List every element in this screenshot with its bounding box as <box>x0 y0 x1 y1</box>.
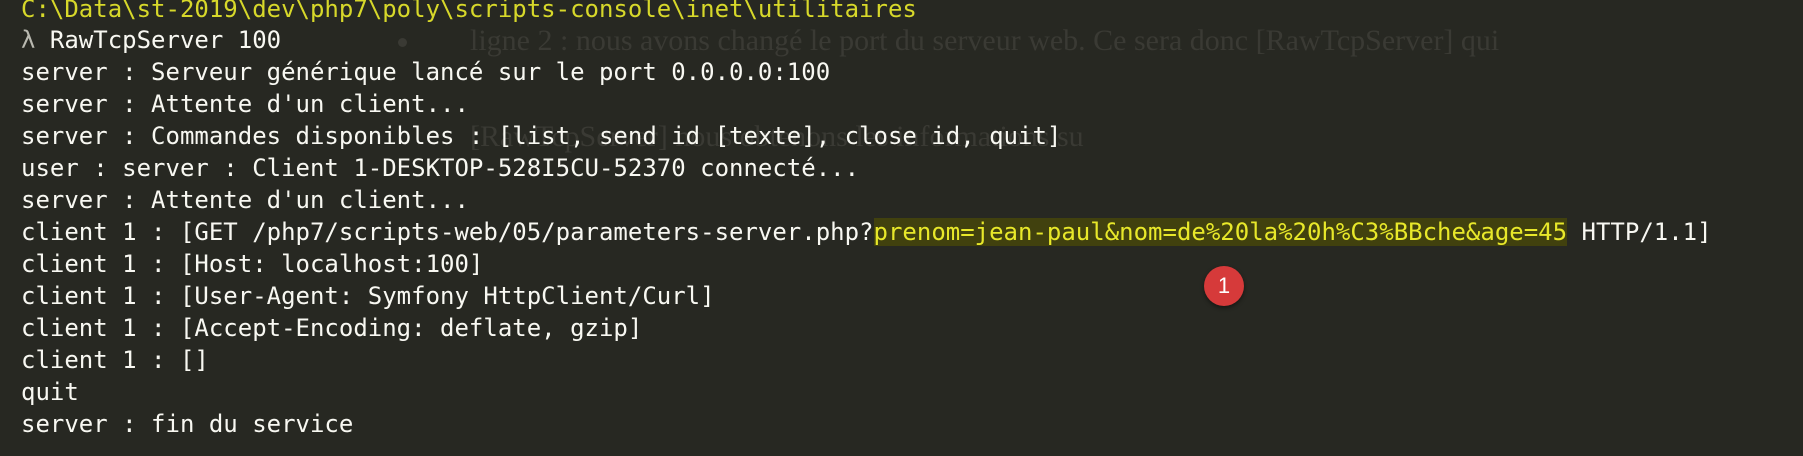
output-line: server : Commandes disponibles : [list, … <box>21 122 1062 150</box>
output-line: server : Serveur générique lancé sur le … <box>21 58 831 86</box>
output-line: user : server : Client 1-DESKTOP-528I5CU… <box>21 154 860 182</box>
terminal-console[interactable]: C:\Data\st-2019\dev\php7\poly\scripts-co… <box>0 0 1803 456</box>
lambda-prompt-icon: λ <box>21 26 36 54</box>
output-line: quit <box>21 378 79 406</box>
output-line: client 1 : [] <box>21 346 209 374</box>
output-line: client 1 : [Accept-Encoding: deflate, gz… <box>21 314 643 342</box>
output-line: client 1 : [Host: localhost:100] <box>21 250 484 278</box>
current-directory-path: C:\Data\st-2019\dev\php7\poly\scripts-co… <box>21 0 917 23</box>
output-line: server : fin du service <box>21 410 354 438</box>
output-line: client 1 : [User-Agent: Symfony HttpClie… <box>21 282 715 310</box>
http-request-line: client 1 : [GET /php7/scripts-web/05/par… <box>21 216 1803 248</box>
query-string-highlight: prenom=jean-paul&nom=de%20la%20h%C3%BBch… <box>873 218 1568 246</box>
output-line: server : Attente d'un client... <box>21 90 469 118</box>
request-line-prefix: client 1 : [GET /php7/scripts-web/05/par… <box>21 218 874 246</box>
command-line: λ RawTcpServer 100 <box>21 24 1803 56</box>
annotation-badge: 1 <box>1204 266 1244 306</box>
request-line-suffix: HTTP/1.1] <box>1567 218 1712 246</box>
command-text: RawTcpServer 100 <box>35 26 282 54</box>
output-line: server : Attente d'un client... <box>21 186 469 214</box>
